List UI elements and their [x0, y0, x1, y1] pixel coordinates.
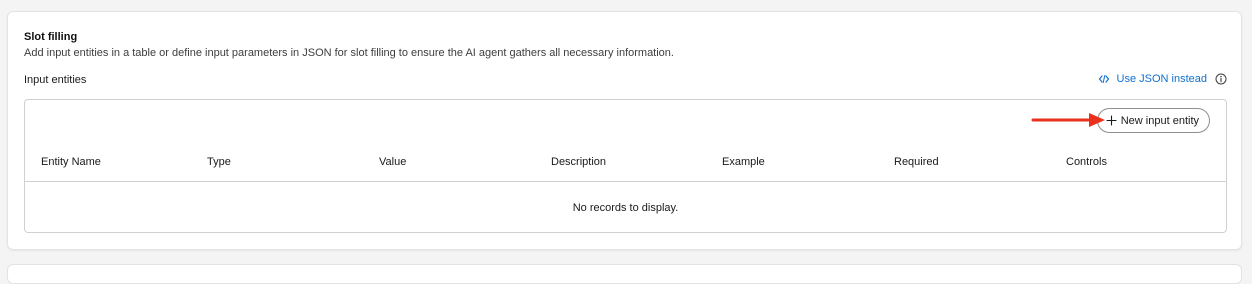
section-title: Slot filling: [24, 31, 78, 43]
annotation-arrow-icon: [1031, 113, 1105, 127]
column-header-value: Value: [379, 156, 407, 168]
column-header-required: Required: [894, 156, 939, 168]
code-icon: [1098, 73, 1110, 85]
plus-icon: [1106, 115, 1117, 126]
new-input-entity-button[interactable]: New input entity: [1096, 108, 1210, 133]
info-icon[interactable]: [1215, 73, 1227, 85]
column-header-description: Description: [551, 156, 607, 168]
use-json-instead-link[interactable]: Use JSON instead: [1098, 73, 1227, 85]
table-header-row: Entity Name Type Value Description Examp…: [25, 144, 1226, 182]
new-input-entity-label: New input entity: [1120, 114, 1199, 127]
column-header-controls: Controls: [1066, 156, 1107, 168]
column-header-entity-name: Entity Name: [41, 156, 101, 168]
slot-filling-card: Slot filling Add input entities in a tab…: [7, 11, 1242, 250]
section-description: Add input entities in a table or define …: [24, 47, 674, 59]
column-header-type: Type: [207, 156, 231, 168]
empty-state-message: No records to display.: [572, 202, 679, 214]
column-header-example: Example: [722, 156, 765, 168]
input-entities-label: Input entities: [24, 74, 87, 86]
use-json-instead-label: Use JSON instead: [1116, 73, 1207, 85]
next-section-card: [7, 264, 1242, 284]
